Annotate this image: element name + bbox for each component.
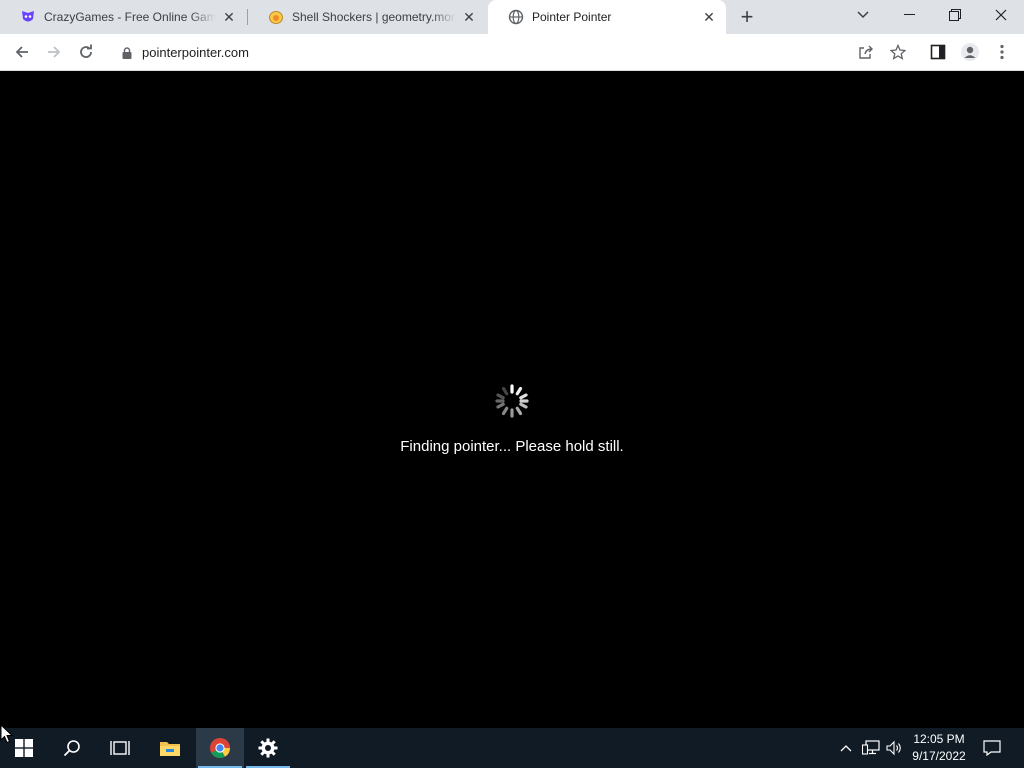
notifications-icon[interactable] — [980, 728, 1004, 768]
network-icon[interactable] — [860, 728, 882, 768]
loading-spinner-icon — [495, 384, 529, 418]
shellshockers-icon — [268, 9, 284, 25]
chrome-taskbar-icon[interactable] — [196, 728, 244, 768]
share-icon[interactable] — [852, 38, 880, 66]
page-content: Finding pointer... Please hold still. — [0, 71, 1024, 728]
search-icon[interactable] — [48, 728, 96, 768]
status-message: Finding pointer... Please hold still. — [400, 438, 624, 455]
tab-pointerpointer[interactable]: Pointer Pointer ✕ — [488, 0, 726, 34]
mouse-cursor-icon — [0, 724, 14, 744]
new-tab-icon[interactable]: + — [735, 4, 759, 29]
minimize-icon[interactable] — [886, 0, 932, 30]
lock-icon[interactable] — [120, 46, 134, 60]
browser-toolbar: pointerpointer.com — [0, 34, 1024, 71]
bookmark-star-icon[interactable] — [884, 38, 912, 66]
tab-strip: CrazyGames - Free Online Games ✕ Shell S… — [0, 0, 1024, 34]
reload-icon[interactable] — [72, 38, 100, 66]
tab-crazygames[interactable]: CrazyGames - Free Online Games ✕ — [0, 0, 246, 34]
tab-title: CrazyGames - Free Online Games — [44, 10, 216, 24]
tab-search-icon[interactable] — [840, 0, 886, 30]
tab-title: Pointer Pointer — [532, 10, 612, 24]
show-hidden-icons-chevron-icon[interactable] — [836, 728, 856, 768]
clock-date: 9/17/2022 — [912, 749, 966, 763]
close-tab-icon[interactable]: ✕ — [220, 8, 238, 26]
address-bar[interactable]: pointerpointer.com — [110, 38, 920, 67]
browser-window: CrazyGames - Free Online Games ✕ Shell S… — [0, 0, 1024, 728]
windows-taskbar: 12:05 PM 9/17/2022 — [0, 728, 1024, 768]
settings-gear-icon[interactable] — [244, 728, 292, 768]
side-panel-icon[interactable] — [924, 38, 952, 66]
task-view-icon[interactable] — [96, 728, 144, 768]
clock-time: 12:05 PM — [913, 732, 965, 746]
tab-shellshockers[interactable]: Shell Shockers | geometry.monster ✕ — [248, 0, 486, 34]
profile-avatar-icon[interactable] — [956, 38, 984, 66]
system-clock[interactable]: 12:05 PM 9/17/2022 — [902, 731, 976, 765]
close-tab-icon[interactable]: ✕ — [460, 8, 478, 26]
back-icon[interactable] — [8, 38, 36, 66]
restore-icon[interactable] — [932, 0, 978, 30]
url-text[interactable]: pointerpointer.com — [142, 45, 249, 60]
file-explorer-icon[interactable] — [146, 728, 194, 768]
close-tab-icon[interactable]: ✕ — [700, 8, 718, 26]
forward-icon[interactable] — [40, 38, 68, 66]
menu-kebab-icon[interactable] — [988, 38, 1016, 66]
crazygames-icon — [20, 9, 36, 25]
globe-icon — [508, 9, 524, 25]
close-window-icon[interactable] — [978, 0, 1024, 30]
tab-title: Shell Shockers | geometry.monster — [292, 10, 456, 24]
